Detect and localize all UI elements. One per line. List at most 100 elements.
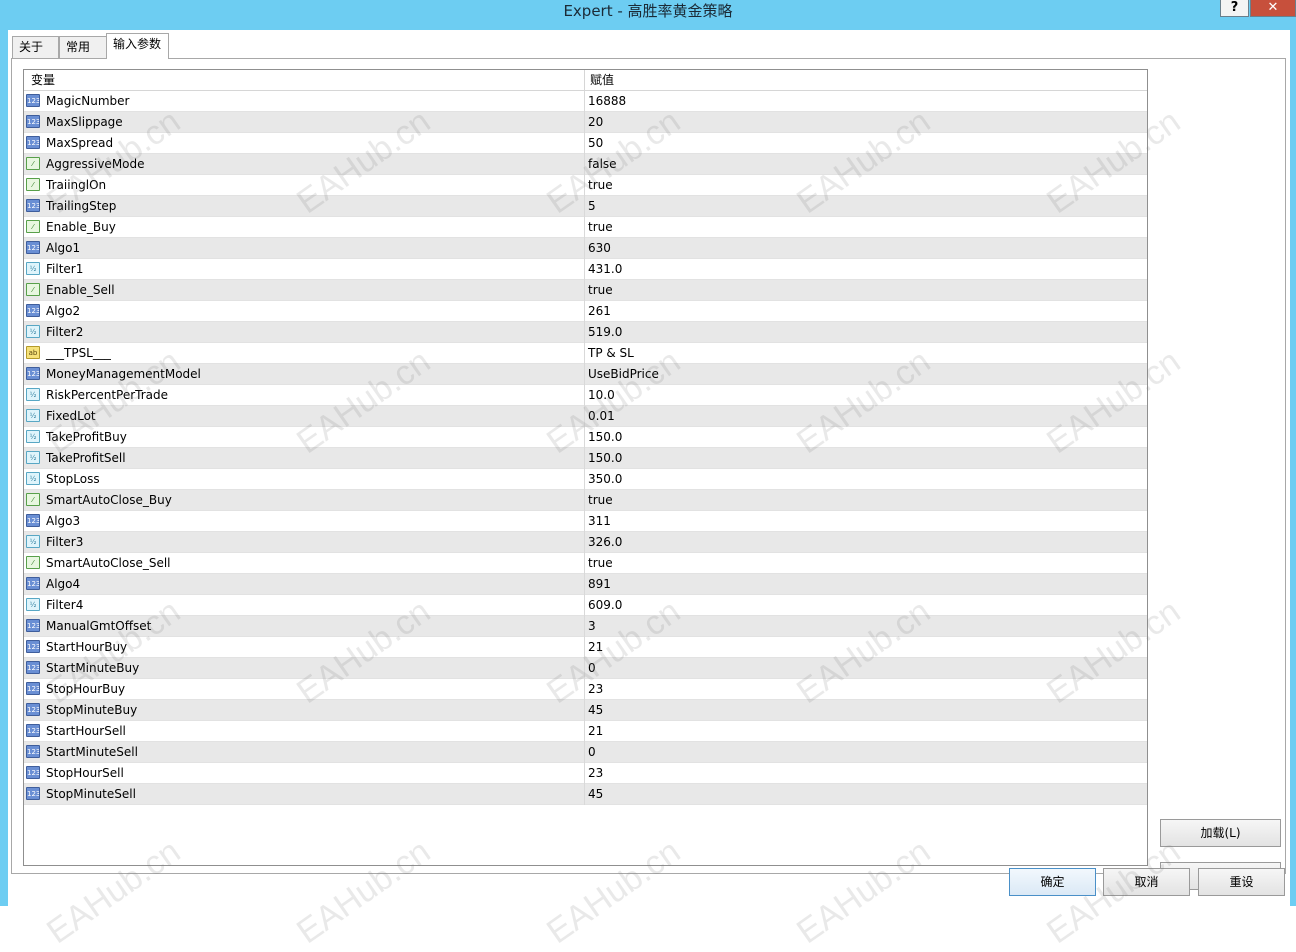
tab-input-parameters[interactable]: 输入参数 — [106, 33, 169, 59]
parameter-value[interactable]: UseBidPrice — [588, 364, 659, 385]
parameter-type-icon: ⁄ — [26, 556, 40, 569]
parameter-value[interactable]: 3 — [588, 616, 596, 637]
parameter-type-icon: ⁄ — [26, 283, 40, 296]
parameter-value[interactable]: true — [588, 217, 613, 238]
parameter-row[interactable]: ½ Filter1 431.0 — [24, 259, 1147, 280]
load-button[interactable]: 加载(L) — [1160, 819, 1281, 847]
parameter-name: StartMinuteSell — [46, 745, 138, 759]
parameter-value[interactable]: 23 — [588, 763, 603, 784]
parameter-value[interactable]: 431.0 — [588, 259, 622, 280]
parameter-value[interactable]: 50 — [588, 133, 603, 154]
parameter-value[interactable]: false — [588, 154, 617, 175]
parameter-row[interactable]: 123 MaxSlippage 20 — [24, 112, 1147, 133]
parameter-value[interactable]: 23 — [588, 679, 603, 700]
parameter-row[interactable]: ½ Filter2 519.0 — [24, 322, 1147, 343]
parameter-type-icon: 123 — [26, 241, 40, 254]
parameter-row[interactable]: ⁄ Enable_Buy true — [24, 217, 1147, 238]
parameter-row[interactable]: 123 MagicNumber 16888 — [24, 91, 1147, 112]
parameter-value[interactable]: 519.0 — [588, 322, 622, 343]
parameter-row[interactable]: ½ TakeProfitSell 150.0 — [24, 448, 1147, 469]
parameter-row[interactable]: ⁄ AggressiveMode false — [24, 154, 1147, 175]
parameter-row[interactable]: 123 StartMinuteSell 0 — [24, 742, 1147, 763]
parameter-row[interactable]: ½ RiskPercentPerTrade 10.0 — [24, 385, 1147, 406]
parameter-value[interactable]: 20 — [588, 112, 603, 133]
parameter-value[interactable]: TP & SL — [588, 343, 634, 364]
parameter-value[interactable]: 311 — [588, 511, 611, 532]
parameter-value[interactable]: true — [588, 553, 613, 574]
parameter-row[interactable]: ⁄ Enable_Sell true — [24, 280, 1147, 301]
parameter-row[interactable]: 123 StopHourBuy 23 — [24, 679, 1147, 700]
parameter-value[interactable]: 150.0 — [588, 427, 622, 448]
parameter-row[interactable]: 123 StartHourBuy 21 — [24, 637, 1147, 658]
parameter-row[interactable]: 123 StopHourSell 23 — [24, 763, 1147, 784]
parameter-row[interactable]: ½ TakeProfitBuy 150.0 — [24, 427, 1147, 448]
parameter-value[interactable]: true — [588, 175, 613, 196]
parameter-value[interactable]: 630 — [588, 238, 611, 259]
parameter-type-icon: 123 — [26, 94, 40, 107]
parameter-value[interactable]: 21 — [588, 721, 603, 742]
parameter-value[interactable]: 16888 — [588, 91, 626, 112]
parameter-value[interactable]: 350.0 — [588, 469, 622, 490]
parameter-name: Algo2 — [46, 304, 81, 318]
parameter-value[interactable]: true — [588, 280, 613, 301]
column-header-variable[interactable]: 变量 — [24, 70, 585, 91]
parameter-type-icon: 123 — [26, 619, 40, 632]
parameter-value[interactable]: 326.0 — [588, 532, 622, 553]
help-button[interactable]: ? — [1220, 0, 1249, 17]
parameter-row[interactable]: ½ Filter4 609.0 — [24, 595, 1147, 616]
parameter-row[interactable]: 123 MoneyManagementModel UseBidPrice — [24, 364, 1147, 385]
parameter-name: Filter1 — [46, 262, 84, 276]
parameter-value[interactable]: 45 — [588, 784, 603, 805]
parameter-value[interactable]: 261 — [588, 301, 611, 322]
column-divider — [584, 238, 585, 259]
parameter-row[interactable]: 123 StopMinuteBuy 45 — [24, 700, 1147, 721]
reset-button[interactable]: 重设 — [1198, 868, 1285, 896]
title-bar[interactable]: Expert - 高胜率黄金策略 ? ✕ — [0, 0, 1296, 22]
dialog-client-area: 关于 常用 输入参数 变量 赋值 123 MagicNumber 16888 123 M… — [8, 30, 1290, 906]
column-divider — [584, 385, 585, 406]
parameter-row[interactable]: ⁄ SmartAutoClose_Buy true — [24, 490, 1147, 511]
column-divider — [584, 322, 585, 343]
parameter-name: TakeProfitSell — [46, 451, 126, 465]
parameter-value[interactable]: 0 — [588, 658, 596, 679]
parameter-value[interactable]: 21 — [588, 637, 603, 658]
parameter-row[interactable]: 123 StartHourSell 21 — [24, 721, 1147, 742]
parameter-row[interactable]: ½ FixedLot 0.01 — [24, 406, 1147, 427]
parameter-value[interactable]: 0.01 — [588, 406, 615, 427]
parameter-row[interactable]: 123 Algo1 630 — [24, 238, 1147, 259]
column-header-value[interactable]: 赋值 — [585, 70, 1147, 91]
parameter-row[interactable]: ⁄ TraiinglOn true — [24, 175, 1147, 196]
parameter-type-icon: 123 — [26, 304, 40, 317]
parameter-row[interactable]: 123 ManualGmtOffset 3 — [24, 616, 1147, 637]
parameter-row[interactable]: ½ StopLoss 350.0 — [24, 469, 1147, 490]
parameter-row[interactable]: ⁄ SmartAutoClose_Sell true — [24, 553, 1147, 574]
parameters-grid[interactable]: 变量 赋值 123 MagicNumber 16888 123 MaxSlippage 2… — [23, 69, 1148, 866]
parameter-type-icon: 123 — [26, 745, 40, 758]
parameter-row[interactable]: 123 StartMinuteBuy 0 — [24, 658, 1147, 679]
close-button[interactable]: ✕ — [1250, 0, 1296, 17]
parameter-row[interactable]: 123 Algo2 261 — [24, 301, 1147, 322]
parameter-row[interactable]: 123 MaxSpread 50 — [24, 133, 1147, 154]
parameter-row[interactable]: 123 Algo3 311 — [24, 511, 1147, 532]
parameter-value[interactable]: true — [588, 490, 613, 511]
tab-common[interactable]: 常用 — [59, 36, 107, 58]
parameter-name: RiskPercentPerTrade — [46, 388, 169, 402]
parameter-value[interactable]: 609.0 — [588, 595, 622, 616]
parameter-row[interactable]: ½ Filter3 326.0 — [24, 532, 1147, 553]
cancel-button[interactable]: 取消 — [1103, 868, 1190, 896]
parameter-value[interactable]: 891 — [588, 574, 611, 595]
parameter-value[interactable]: 0 — [588, 742, 596, 763]
ok-button[interactable]: 确定 — [1009, 868, 1096, 896]
tab-about[interactable]: 关于 — [12, 36, 59, 58]
parameter-row[interactable]: ab ___TPSL___ TP & SL — [24, 343, 1147, 364]
parameter-value[interactable]: 10.0 — [588, 385, 615, 406]
parameter-value[interactable]: 5 — [588, 196, 596, 217]
parameter-row[interactable]: 123 StopMinuteSell 45 — [24, 784, 1147, 805]
parameter-type-icon: 123 — [26, 682, 40, 695]
parameter-row[interactable]: 123 TrailingStep 5 — [24, 196, 1147, 217]
parameter-value[interactable]: 150.0 — [588, 448, 622, 469]
parameter-value[interactable]: 45 — [588, 700, 603, 721]
column-divider — [584, 175, 585, 196]
parameter-name: StopHourSell — [46, 766, 124, 780]
parameter-row[interactable]: 123 Algo4 891 — [24, 574, 1147, 595]
